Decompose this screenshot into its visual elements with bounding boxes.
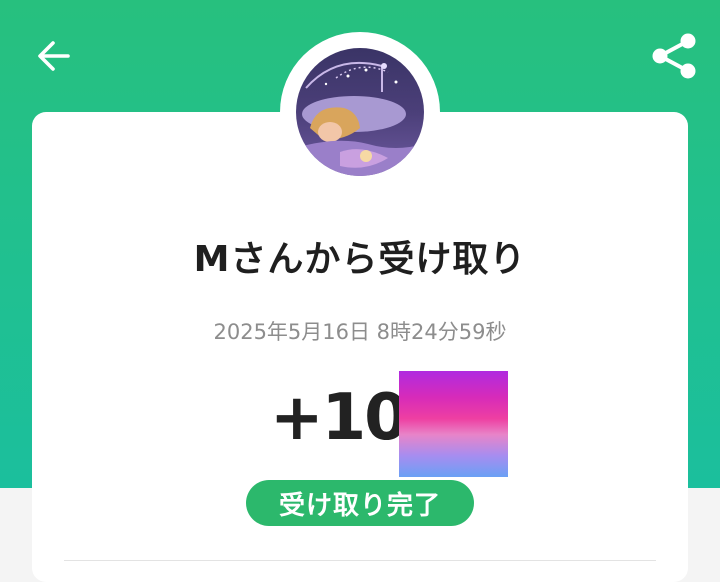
share-button[interactable] xyxy=(644,28,704,84)
back-button[interactable] xyxy=(30,34,78,78)
transaction-timestamp: 2025年5月16日 8時24分59秒 xyxy=(213,320,507,344)
redaction-overlay xyxy=(399,371,508,477)
status-badge: 受け取り完了 xyxy=(246,480,474,526)
share-icon xyxy=(652,33,696,79)
arrow-left-icon xyxy=(38,41,70,71)
received-amount: +10 xyxy=(270,381,409,455)
avatar[interactable] xyxy=(296,48,424,176)
avatar-image xyxy=(296,48,424,176)
page-title: Mさんから受け取り xyxy=(193,239,527,280)
divider xyxy=(64,560,656,561)
